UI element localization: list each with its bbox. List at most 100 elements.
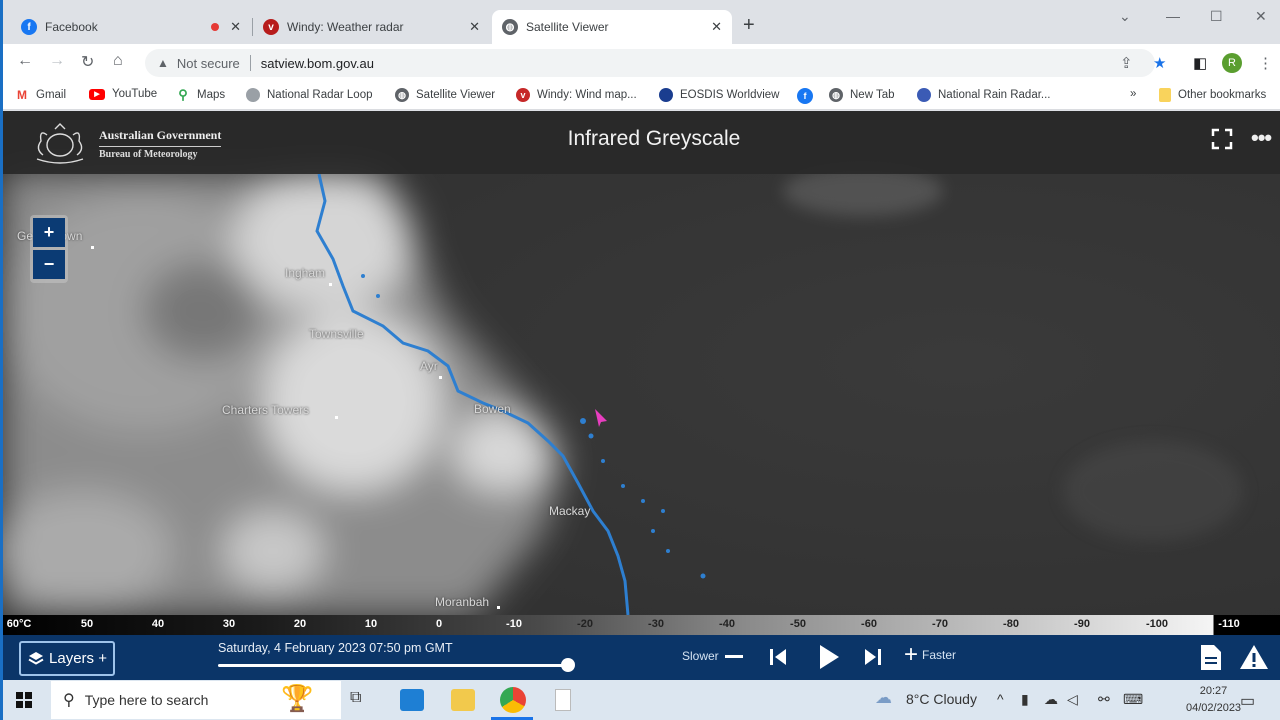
fullscreen-icon[interactable]: [1211, 128, 1233, 150]
place-marker: [329, 283, 332, 286]
onedrive-icon[interactable]: ☁: [1044, 691, 1058, 708]
folder-icon: [1159, 88, 1171, 102]
divider: [249, 55, 251, 71]
notepad-icon[interactable]: [555, 689, 571, 711]
keyboard-icon[interactable]: ⌨: [1123, 691, 1143, 708]
address-bar[interactable]: ▲ Not secure satview.bom.gov.au: [145, 49, 1155, 77]
bookmarks-bar: M Gmail ▶ YouTube ⚲ Maps National Radar …: [3, 82, 1280, 110]
scale-tick: 0: [435, 618, 443, 630]
bookmarks-overflow-button[interactable]: »: [1130, 88, 1136, 100]
url-text[interactable]: satview.bom.gov.au: [261, 56, 374, 71]
scale-tick: -40: [719, 618, 735, 630]
share-icon[interactable]: ⇪: [1120, 54, 1133, 72]
document-icon[interactable]: [1200, 644, 1222, 671]
bookmark-national-rain-radar[interactable]: National Rain Radar...: [917, 88, 1051, 102]
tab-search-dropdown-icon[interactable]: ⌄: [1119, 8, 1131, 25]
warning-triangle-icon[interactable]: ▲: [157, 56, 169, 70]
forward-button[interactable]: →: [49, 52, 65, 70]
place-label: Mackay: [549, 504, 591, 518]
globe-icon: ◍: [829, 88, 843, 102]
bookmark-new-tab[interactable]: ◍ New Tab: [829, 88, 895, 102]
place-label: Ingham: [285, 266, 326, 280]
facebook-icon: f: [797, 88, 813, 104]
scale-tick: 30: [222, 618, 236, 630]
browser-window: f Facebook ✕ v Windy: Weather radar ✕ ◍ …: [3, 0, 1280, 720]
weather-widget[interactable]: 8°C Cloudy: [906, 691, 977, 707]
task-view-icon[interactable]: ⧉: [350, 689, 374, 711]
new-tab-button[interactable]: +: [743, 14, 755, 37]
bookmark-satellite-viewer[interactable]: ◍ Satellite Viewer: [395, 88, 495, 102]
show-hidden-icons-button[interactable]: ^: [997, 691, 1004, 707]
windy-icon: v: [516, 88, 530, 102]
zoom-out-button[interactable]: −: [33, 250, 65, 279]
step-forward-icon[interactable]: [863, 647, 883, 667]
tab-satellite-viewer[interactable]: ◍ Satellite Viewer ✕: [492, 10, 732, 44]
browser-menu-icon[interactable]: ⋮: [1258, 54, 1273, 72]
bookmark-national-radar-loop[interactable]: National Radar Loop: [246, 88, 373, 102]
back-button[interactable]: ←: [17, 52, 33, 70]
timeline-slider[interactable]: [218, 664, 568, 667]
playback-controls: Layers + Saturday, 4 February 2023 07:50…: [3, 635, 1280, 680]
tab-label: Facebook: [45, 20, 98, 34]
layers-button[interactable]: Layers +: [19, 641, 115, 676]
bookmark-label: Maps: [197, 89, 226, 101]
layers-label: Layers +: [49, 650, 107, 667]
clock[interactable]: 20:27 04/02/2023: [1186, 683, 1241, 717]
tab-windy[interactable]: v Windy: Weather radar ✕: [253, 10, 490, 44]
bookmark-eosdis[interactable]: EOSDIS Worldview: [659, 88, 779, 102]
close-window-button[interactable]: ✕: [1255, 8, 1267, 25]
timeline-slider-handle[interactable]: [561, 658, 575, 672]
satellite-map[interactable]: [3, 111, 1280, 615]
windows-start-icon[interactable]: [16, 692, 32, 708]
temperature-scale: 60°C 50 40 30 20 10 0 -10 -20 -30 -40 -5…: [3, 615, 1280, 635]
other-bookmarks-folder[interactable]: Other bookmarks: [1159, 88, 1266, 102]
time: 20:27: [1199, 685, 1228, 697]
bookmark-maps[interactable]: ⚲ Maps: [176, 87, 226, 102]
youtube-icon: ▶: [89, 88, 105, 100]
close-tab-icon[interactable]: ✕: [711, 19, 722, 35]
warning-alert-icon[interactable]: [1239, 644, 1269, 670]
chrome-icon[interactable]: [500, 687, 526, 713]
notifications-icon[interactable]: ▭: [1240, 691, 1255, 711]
maximize-button[interactable]: ☐: [1210, 8, 1223, 25]
cloudy-weather-icon: ☁: [875, 688, 892, 707]
close-tab-icon[interactable]: ✕: [230, 19, 241, 35]
side-panel-icon[interactable]: ◧: [1193, 54, 1207, 72]
file-explorer-icon[interactable]: [451, 689, 475, 711]
taskbar-search[interactable]: ⚲ Type here to search 🏆: [51, 681, 341, 719]
zoom-controls: + −: [30, 215, 68, 283]
bookmark-youtube[interactable]: ▶ YouTube: [89, 88, 157, 100]
recording-indicator-icon: [211, 23, 219, 31]
home-button[interactable]: ⌂: [113, 52, 123, 70]
profile-avatar[interactable]: R: [1222, 53, 1242, 73]
place-label: Bowen: [474, 402, 511, 416]
zoom-in-button[interactable]: +: [33, 218, 65, 247]
microphone-icon[interactable]: ▮: [1021, 691, 1029, 708]
slower-button[interactable]: Slower: [682, 649, 743, 663]
timestamp: Saturday, 4 February 2023 07:50 pm GMT: [218, 641, 453, 655]
play-icon[interactable]: [817, 644, 841, 670]
tab-facebook[interactable]: f Facebook ✕: [11, 10, 251, 44]
close-tab-icon[interactable]: ✕: [469, 19, 480, 35]
minimize-button[interactable]: —: [1166, 8, 1180, 24]
mail-icon[interactable]: [400, 689, 424, 711]
bookmark-gmail[interactable]: M Gmail: [15, 88, 66, 102]
windows-taskbar: ⚲ Type here to search 🏆 ⧉ ☁ 8°C Cloudy ^…: [3, 680, 1280, 720]
bookmark-label: Gmail: [36, 89, 67, 101]
faster-button[interactable]: + Faster: [904, 643, 956, 667]
bookmark-facebook[interactable]: f: [797, 88, 820, 104]
reload-button[interactable]: ↻: [81, 52, 94, 72]
place-label: Charters Towers: [222, 403, 310, 417]
place-label: Moranbah: [435, 595, 490, 609]
bookmark-star-icon[interactable]: ★: [1153, 54, 1166, 72]
step-back-icon[interactable]: [768, 647, 788, 667]
bookmark-windy[interactable]: v Windy: Wind map...: [516, 88, 637, 102]
date: 04/02/2023: [1186, 702, 1242, 714]
scale-tick: -10: [506, 618, 522, 630]
network-icon[interactable]: ⚯: [1098, 691, 1110, 708]
speaker-icon[interactable]: ◁: [1067, 691, 1078, 708]
more-options-icon[interactable]: •••: [1251, 125, 1272, 151]
rugby-trophy-icon: 🏆: [281, 683, 314, 713]
facebook-icon: f: [21, 19, 37, 35]
security-label[interactable]: Not secure: [177, 56, 240, 71]
